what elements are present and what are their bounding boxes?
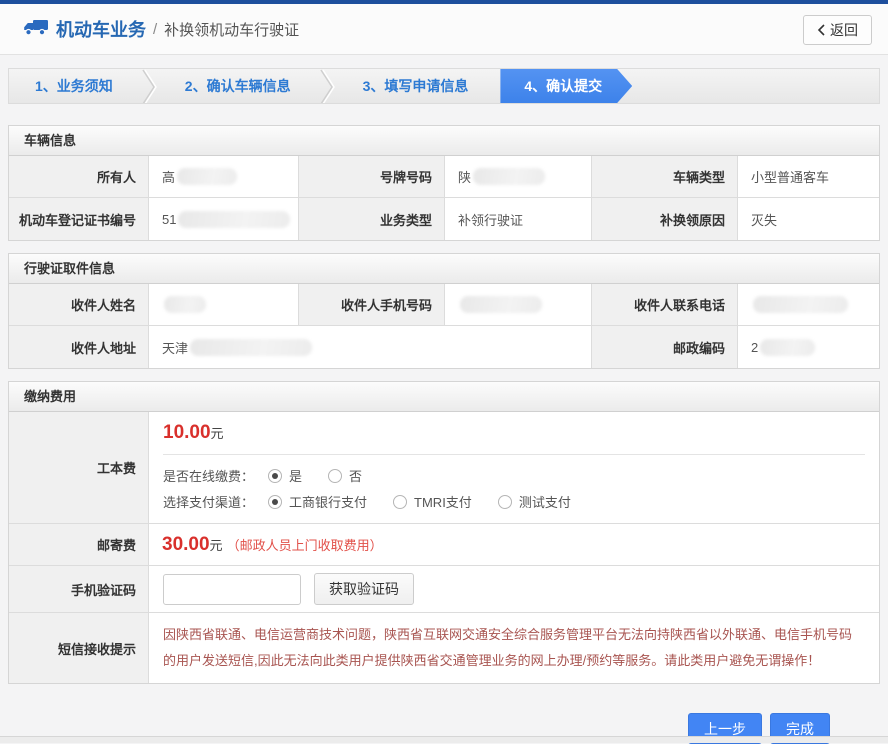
business-type-label: 业务类型 <box>299 198 445 240</box>
redacted-blur <box>178 210 291 228</box>
cost-fee-amount: 10.00 <box>163 422 211 443</box>
cost-fee-label: 工本费 <box>9 412 149 524</box>
step-separator-icon <box>142 69 157 103</box>
pickup-info-row: 收件人地址 天津 邮政编码 2 <box>9 326 879 368</box>
breadcrumb-divider: / <box>153 20 158 38</box>
payment-section: 缴纳费用 工本费 10.00元 是否在线缴费： 是 否 选择支付渠道： 工商银行… <box>8 381 880 684</box>
pay-channel-radio-group: 选择支付渠道： 工商银行支付 TMRI支付 测试支付 <box>163 492 865 511</box>
postage-fee-row: 邮寄费 30.00 元 （邮政人员上门收取费用） <box>9 524 879 566</box>
back-button[interactable]: 返回 <box>803 15 872 45</box>
pickup-info-title: 行驶证取件信息 <box>9 254 879 284</box>
online-pay-option-yes[interactable]: 是 <box>268 466 302 485</box>
step-2-confirm-vehicle: 2、确认车辆信息 <box>184 78 291 94</box>
step-3-fill-application: 3、填写申请信息 <box>362 78 469 94</box>
wizard-steps: 1、业务须知 2、确认车辆信息 3、填写申请信息 4、确认提交 <box>8 68 880 104</box>
payment-title: 缴纳费用 <box>9 382 879 412</box>
get-sms-code-button[interactable]: 获取验证码 <box>314 573 414 605</box>
redacted-blur <box>473 168 546 185</box>
pay-channel-option-test[interactable]: 测试支付 <box>497 492 571 511</box>
radio-unselected-icon <box>393 494 408 509</box>
radio-unselected-icon <box>497 494 512 509</box>
cost-fee-value: 10.00元 是否在线缴费： 是 否 选择支付渠道： 工商银行支付 TMRI支付… <box>149 412 879 524</box>
truck-icon <box>22 17 48 42</box>
plate-number-value: 陕 <box>445 156 592 198</box>
recipient-address-label: 收件人地址 <box>9 326 149 368</box>
online-pay-radio-group: 是否在线缴费： 是 否 <box>163 466 865 485</box>
sms-code-input[interactable] <box>163 573 301 605</box>
recipient-phone-value <box>738 284 879 326</box>
recipient-phone-label: 收件人联系电话 <box>592 284 738 326</box>
online-pay-caption: 是否在线缴费： <box>163 469 255 484</box>
sms-notice-label: 短信接收提示 <box>9 613 149 683</box>
vehicle-info-section: 车辆信息 所有人 高 号牌号码 陕 车辆类型 小型普通客车 机动车登记证书编号 … <box>8 125 880 241</box>
pickup-info-section: 行驶证取件信息 收件人姓名 收件人手机号码 收件人联系电话 收件人地址 天津 邮… <box>8 253 880 369</box>
breadcrumb-current: 补换领机动车行驶证 <box>164 21 300 39</box>
redacted-blur <box>753 296 848 313</box>
postage-fee-value: 30.00 元 （邮政人员上门收取费用） <box>149 524 879 566</box>
recipient-name-value <box>149 284 299 326</box>
step-separator-icon <box>319 69 335 103</box>
recipient-mobile-label: 收件人手机号码 <box>299 284 445 326</box>
cost-fee-amount-line: 10.00元 <box>163 422 224 443</box>
owner-value: 高 <box>149 156 299 198</box>
vehicle-type-label: 车辆类型 <box>592 156 738 198</box>
reg-cert-no-label: 机动车登记证书编号 <box>9 198 149 240</box>
postage-fee-label: 邮寄费 <box>9 524 149 566</box>
recipient-mobile-value <box>445 284 592 326</box>
pay-channel-caption: 选择支付渠道： <box>163 495 255 510</box>
recipient-name-label: 收件人姓名 <box>9 284 149 326</box>
page-bottom-strip <box>0 736 888 743</box>
owner-label: 所有人 <box>9 156 149 198</box>
replace-reason-value: 灭失 <box>738 198 879 240</box>
business-type-value: 补领行驶证 <box>445 198 592 240</box>
step-4-confirm-submit: 4、确认提交 <box>500 69 632 103</box>
radio-selected-icon <box>268 494 283 509</box>
postage-fee-amount: 30.00 <box>162 533 210 555</box>
sms-code-field: 获取验证码 <box>149 566 879 613</box>
postal-code-label: 邮政编码 <box>592 326 738 368</box>
pay-channel-option-tmri[interactable]: TMRI支付 <box>393 492 472 511</box>
redacted-blur <box>760 338 816 356</box>
radio-unselected-icon <box>328 468 343 483</box>
online-pay-option-no[interactable]: 否 <box>328 466 362 485</box>
sms-code-label: 手机验证码 <box>9 566 149 613</box>
redacted-blur <box>460 296 542 313</box>
reg-cert-no-value: 51 <box>149 198 299 240</box>
pay-channel-option-icbc[interactable]: 工商银行支付 <box>268 492 367 511</box>
step-1-business-notice: 1、业务须知 <box>35 78 113 94</box>
postal-code-value: 2 <box>738 326 879 368</box>
sms-notice-text: 因陕西省联通、电信运营商技术问题，陕西省互联网交通安全综合服务管理平台无法向持陕… <box>149 613 879 683</box>
redacted-blur <box>190 338 313 356</box>
cost-fee-row: 工本费 10.00元 是否在线缴费： 是 否 选择支付渠道： 工商银行支付 TM… <box>9 412 879 524</box>
vehicle-type-value: 小型普通客车 <box>738 156 879 198</box>
vehicle-info-title: 车辆信息 <box>9 126 879 156</box>
page-title: 机动车业务 <box>56 20 146 40</box>
page-header: 机动车业务 / 补换领机动车行驶证 返回 <box>0 4 888 55</box>
sms-notice-row: 短信接收提示 因陕西省联通、电信运营商技术问题，陕西省互联网交通安全综合服务管理… <box>9 613 879 683</box>
redacted-blur <box>177 168 238 185</box>
replace-reason-label: 补换领原因 <box>592 198 738 240</box>
chevron-left-icon <box>817 24 825 36</box>
postage-fee-note: （邮政人员上门收取费用） <box>226 538 383 553</box>
recipient-address-value: 天津 <box>149 326 592 368</box>
pickup-info-row: 收件人姓名 收件人手机号码 收件人联系电话 <box>9 284 879 326</box>
vehicle-info-row: 机动车登记证书编号 51 业务类型 补领行驶证 补换领原因 灭失 <box>9 198 879 240</box>
sms-code-row: 手机验证码 获取验证码 <box>9 566 879 613</box>
back-button-label: 返回 <box>830 22 858 38</box>
redacted-blur <box>164 296 206 313</box>
plate-number-label: 号牌号码 <box>299 156 445 198</box>
radio-selected-icon <box>268 468 283 483</box>
fee-divider <box>163 454 865 455</box>
vehicle-info-row: 所有人 高 号牌号码 陕 车辆类型 小型普通客车 <box>9 156 879 198</box>
